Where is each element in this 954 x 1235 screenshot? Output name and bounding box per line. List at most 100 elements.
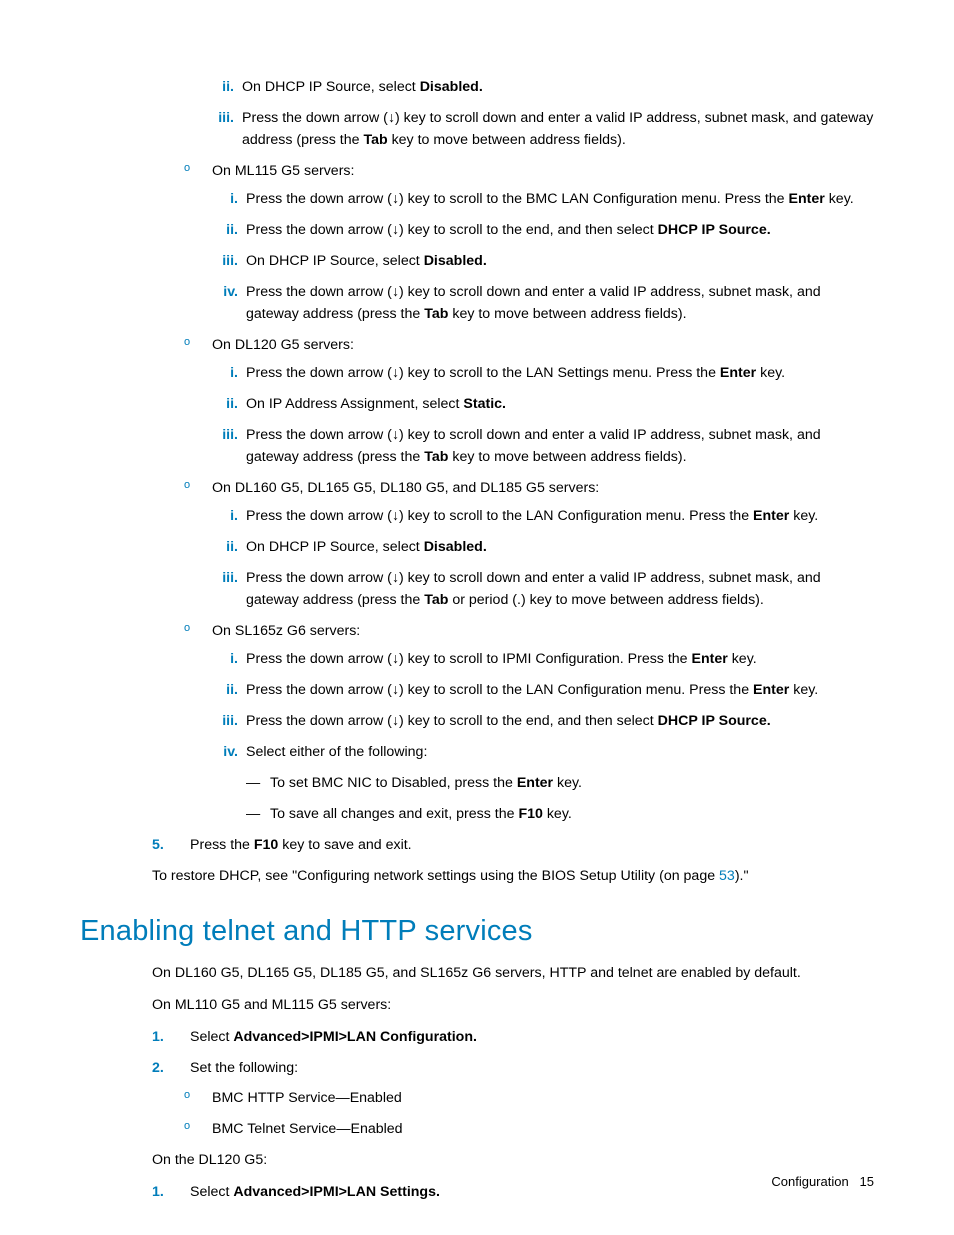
bullet-list: oBMC HTTP Service—Enabled o BMC Telnet Ser… [184, 1087, 874, 1140]
dash-list: — To set BMC NIC to Disabled, press the E… [246, 772, 874, 825]
list-item: oBMC HTTP Service—Enabled [184, 1087, 874, 1109]
step-text: To set BMC NIC to Disabled, press the En… [270, 775, 582, 791]
roman-marker: i. [214, 362, 242, 384]
body-text: On the DL120 G5: [152, 1149, 874, 1171]
roman-list: i.Press the down arrow (↓) key to scroll… [214, 188, 874, 325]
list-item: oOn ML115 G5 servers:i.Press the down ar… [184, 160, 874, 325]
step-text: Press the down arrow (↓) key to scroll t… [246, 682, 818, 698]
step-text: Set the following: [190, 1060, 298, 1076]
dash-marker: — [246, 803, 260, 825]
page-content: ii.On DHCP IP Source, select Disabled.ii… [80, 70, 874, 1212]
bullet-label: On SL165z G6 servers: [212, 623, 360, 639]
list-item: i.Press the down arrow (↓) key to scroll… [214, 648, 874, 670]
step-text: Press the down arrow (↓) key to scroll t… [246, 191, 854, 207]
bullet-label: On DL160 G5, DL165 G5, DL180 G5, and DL1… [212, 480, 599, 496]
step-text: Select either of the following: [246, 744, 427, 760]
roman-marker: iii. [214, 250, 242, 272]
roman-marker: i. [214, 505, 242, 527]
body-text: To restore DHCP, see "Configuring networ… [152, 865, 874, 887]
step-text: On DHCP IP Source, select Disabled. [242, 79, 483, 95]
roman-list: ii.On DHCP IP Source, select Disabled.ii… [210, 76, 874, 151]
step-text: Press the down arrow (↓) key to scroll d… [242, 110, 873, 148]
roman-marker: iii. [214, 424, 242, 446]
roman-marker: ii. [214, 219, 242, 241]
roman-marker: iv. [214, 741, 242, 763]
footer-section: Configuration [771, 1174, 848, 1189]
step-text: Press the down arrow (↓) key to scroll d… [246, 570, 821, 608]
roman-marker: ii. [214, 393, 242, 415]
bullet-marker: o [184, 160, 190, 177]
list-marker: 2. [152, 1057, 182, 1079]
footer-page: 15 [860, 1174, 874, 1189]
list-marker: 5. [152, 834, 182, 856]
step-text: BMC Telnet Service—Enabled [212, 1121, 403, 1137]
list-item: ii.Press the down arrow (↓) key to scrol… [214, 219, 874, 241]
step-text: On DHCP IP Source, select Disabled. [246, 539, 487, 555]
list-item: o BMC Telnet Service—Enabled [184, 1118, 874, 1140]
step-text: To save all changes and exit, press the … [270, 806, 572, 822]
list-item: ii.Press the down arrow (↓) key to scrol… [214, 679, 874, 701]
list-item: 1. Select Advanced>IPMI>LAN Settings. [152, 1181, 874, 1203]
step-text: On IP Address Assignment, select Static. [246, 396, 506, 412]
bullet-marker: o [184, 334, 190, 351]
bullet-label: On DL120 G5 servers: [212, 337, 354, 353]
list-item: 5. Press the F10 key to save and exit. [152, 834, 874, 856]
list-item: o On DL160 G5, DL165 G5, DL180 G5, and DL… [184, 477, 874, 611]
bullet-list: oOn ML115 G5 servers:i.Press the down ar… [184, 160, 874, 825]
list-item: i.Press the down arrow (↓) key to scroll… [214, 188, 874, 210]
roman-marker: iii. [210, 107, 238, 129]
list-item: — To save all changes and exit, press the… [246, 803, 874, 825]
step-text: Press the down arrow (↓) key to scroll t… [246, 222, 771, 238]
step-text: Press the F10 key to save and exit. [190, 837, 412, 853]
list-item: iii.On DHCP IP Source, select Disabled. [214, 250, 874, 272]
roman-list: i.Press the down arrow (↓) key to scroll… [214, 362, 874, 468]
list-item: ii.On IP Address Assignment, select Stat… [214, 393, 874, 415]
list-item: oOn DL120 G5 servers:i.Press the down ar… [184, 334, 874, 468]
bullet-label: On ML115 G5 servers: [212, 163, 354, 179]
list-item: o On SL165z G6 servers: i.Press the down a… [184, 620, 874, 825]
list-item: ii.On DHCP IP Source, select Disabled. [210, 76, 874, 98]
roman-marker: ii. [210, 76, 238, 98]
list-marker: 1. [152, 1181, 182, 1203]
bullet-marker: o [184, 1118, 190, 1135]
ordered-list: 1. Select Advanced>IPMI>LAN Configuration… [152, 1026, 874, 1140]
step-text: Select Advanced>IPMI>LAN Settings. [190, 1184, 440, 1200]
ordered-list: 5. Press the F10 key to save and exit. [152, 834, 874, 856]
list-item: iii.Press the down arrow (↓) key to scro… [214, 710, 874, 732]
roman-marker: ii. [214, 679, 242, 701]
list-item: — To set BMC NIC to Disabled, press the E… [246, 772, 874, 794]
list-item: iii.Press the down arrow (↓) key to scro… [214, 424, 874, 468]
roman-marker: iii. [214, 710, 242, 732]
page-footer: Configuration 15 [771, 1174, 874, 1189]
step-text: Press the down arrow (↓) key to scroll t… [246, 365, 785, 381]
section-heading: Enabling telnet and HTTP services [80, 915, 874, 948]
body-text: On ML110 G5 and ML115 G5 servers: [152, 994, 874, 1016]
roman-marker: i. [214, 648, 242, 670]
ordered-list: 1. Select Advanced>IPMI>LAN Settings. [152, 1181, 874, 1203]
step-text: Press the down arrow (↓) key to scroll d… [246, 427, 821, 465]
list-item: 2.Set the following:oBMC HTTP Service—En… [152, 1057, 874, 1140]
roman-marker: ii. [214, 536, 242, 558]
step-text: BMC HTTP Service—Enabled [212, 1090, 402, 1106]
list-item: i.Press the down arrow (↓) key to scroll… [214, 362, 874, 384]
body-text: On DL160 G5, DL165 G5, DL185 G5, and SL1… [152, 962, 874, 984]
step-text: On DHCP IP Source, select Disabled. [246, 253, 487, 269]
list-item: iii.Press the down arrow (↓) key to scro… [214, 567, 874, 611]
step-text: Press the down arrow (↓) key to scroll t… [246, 508, 818, 524]
step-text: Select Advanced>IPMI>LAN Configuration. [190, 1029, 477, 1045]
list-marker: 1. [152, 1026, 182, 1048]
list-item: ii.On DHCP IP Source, select Disabled. [214, 536, 874, 558]
dash-marker: — [246, 772, 260, 794]
roman-marker: iv. [214, 281, 242, 303]
roman-marker: iii. [214, 567, 242, 589]
roman-marker: i. [214, 188, 242, 210]
list-item: iv.Press the down arrow (↓) key to scrol… [214, 281, 874, 325]
bullet-marker: o [184, 477, 190, 494]
list-item: iv.Select either of the following: [214, 741, 874, 763]
step-text: Press the down arrow (↓) key to scroll d… [246, 284, 821, 322]
step-text: Press the down arrow (↓) key to scroll t… [246, 651, 757, 667]
list-item: iii.Press the down arrow (↓) key to scro… [210, 107, 874, 151]
roman-list: i.Press the down arrow (↓) key to scroll… [214, 648, 874, 763]
bullet-marker: o [184, 620, 190, 637]
list-item: i.Press the down arrow (↓) key to scroll… [214, 505, 874, 527]
